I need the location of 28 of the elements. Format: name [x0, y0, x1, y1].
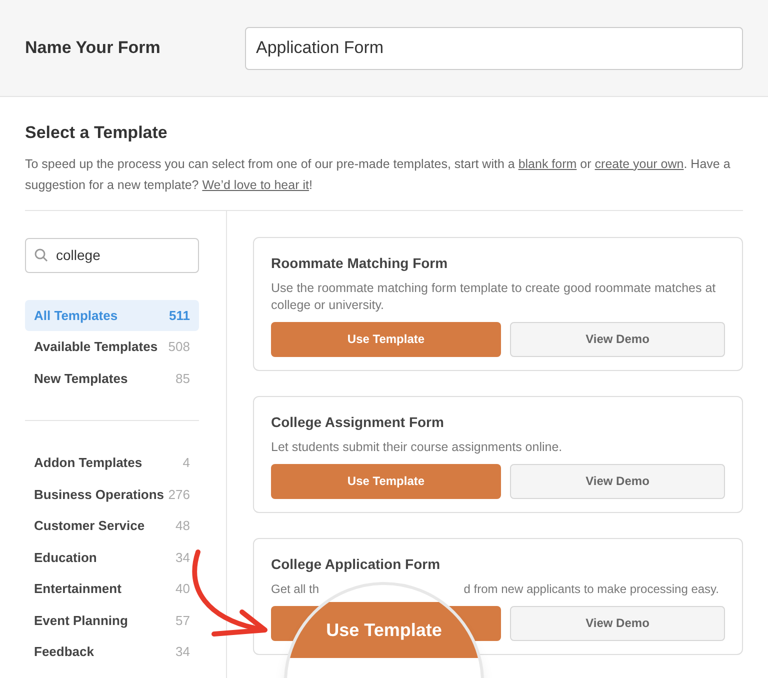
category-item[interactable]: Feedback 34 — [25, 636, 199, 668]
category-item[interactable]: Available Templates 508 — [25, 331, 199, 362]
view-demo-button[interactable]: View Demo — [510, 464, 725, 498]
template-description: d from new applicants to make processing easy. — [464, 580, 719, 598]
view-demo-button[interactable]: View Demo — [510, 606, 725, 640]
form-name-field[interactable]: Application Form — [245, 26, 743, 70]
search-icon — [34, 248, 48, 262]
category-item[interactable]: New Templates 85 — [25, 362, 199, 394]
template-description: Use the roommate matching form template to create good roommate matches at college or university. — [271, 280, 717, 314]
template-description: Let students submit their course assignments online. — [271, 438, 562, 456]
category-item[interactable]: Business Operations 276 — [25, 478, 199, 510]
template-title: College Assignment Form — [271, 412, 445, 432]
feedback-link[interactable]: We’d love to hear it — [202, 178, 309, 192]
category-item[interactable]: Customer Service 48 — [25, 510, 199, 542]
blank-form-link[interactable]: blank form — [518, 156, 577, 170]
section-title: Select a Template — [25, 122, 168, 144]
view-demo-button[interactable]: View Demo — [510, 322, 725, 356]
template-description: Get all th — [271, 580, 320, 598]
create-link[interactable]: create your own — [594, 156, 684, 170]
search-field[interactable]: college — [25, 238, 199, 272]
category-item[interactable]: Education 34 — [25, 542, 199, 573]
form-name-label: Name Your Form — [25, 37, 162, 60]
category-item[interactable]: Entertainment 40 — [25, 573, 199, 604]
category-item[interactable]: Event Planning 57 — [25, 604, 199, 636]
intro-paragraph: To speed up the process you can select from one of our pre-made templates, start with a blank form or create your own. Have a suggestion for a new template? We’d love to hear it! — [25, 156, 732, 194]
template-title: Roommate Matching Form — [271, 254, 449, 273]
template-title: College Application Form — [271, 554, 442, 574]
category-item[interactable]: Addon Templates 4 — [25, 447, 199, 478]
